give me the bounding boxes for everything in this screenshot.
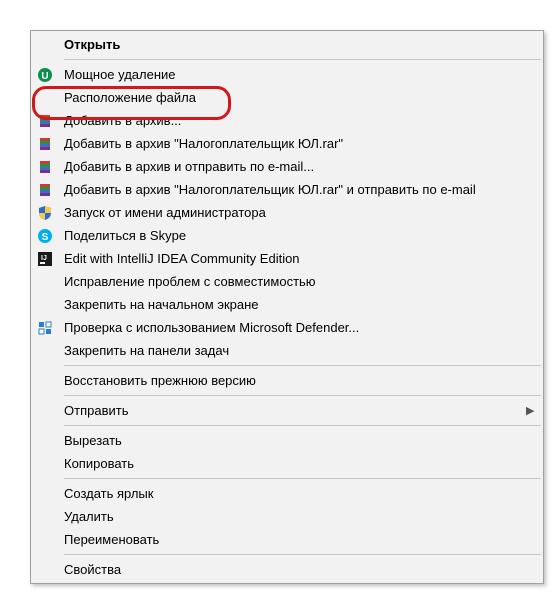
context-menu: Открыть U Мощное удаление Расположение ф… [30,30,544,584]
menu-item-defender[interactable]: Проверка с использованием Microsoft Defe… [32,316,542,339]
menu-label: Восстановить прежнюю версию [64,373,536,388]
winrar-icon [36,158,54,176]
menu-label: Свойства [64,562,536,577]
menu-label: Добавить в архив... [64,113,536,128]
svg-text:S: S [42,232,49,243]
blank-icon [36,342,54,360]
separator [64,395,541,396]
menu-label: Добавить в архив и отправить по e-mail..… [64,159,536,174]
menu-item-file-location[interactable]: Расположение файла [32,86,542,109]
separator [64,365,541,366]
menu-label: Переименовать [64,532,536,547]
blank-icon [36,485,54,503]
menu-item-compat[interactable]: Исправление проблем с совместимостью [32,270,542,293]
menu-item-send-to[interactable]: Отправить ▶ [32,399,542,422]
menu-item-share-skype[interactable]: S Поделиться в Skype [32,224,542,247]
svg-text:IJ: IJ [41,255,47,262]
menu-item-add-rar[interactable]: Добавить в архив "Налогоплательщик ЮЛ.ra… [32,132,542,155]
winrar-icon [36,135,54,153]
menu-item-add-email[interactable]: Добавить в архив и отправить по e-mail..… [32,155,542,178]
menu-label: Исправление проблем с совместимостью [64,274,536,289]
menu-label: Вырезать [64,433,536,448]
menu-item-add-rar-email[interactable]: Добавить в архив "Налогоплательщик ЮЛ.ra… [32,178,542,201]
menu-item-shortcut[interactable]: Создать ярлык [32,482,542,505]
menu-item-pin-start[interactable]: Закрепить на начальном экране [32,293,542,316]
menu-label: Проверка с использованием Microsoft Defe… [64,320,536,335]
menu-item-run-admin[interactable]: Запуск от имени администратора [32,201,542,224]
menu-label: Добавить в архив "Налогоплательщик ЮЛ.ra… [64,136,536,151]
menu-label: Edit with IntelliJ IDEA Community Editio… [64,251,536,266]
menu-label: Отправить [64,403,526,418]
blank-icon [36,561,54,579]
menu-label: Запуск от имени администратора [64,205,536,220]
uninstall-icon: U [36,66,54,84]
menu-label: Мощное удаление [64,67,536,82]
separator [64,554,541,555]
menu-item-delete[interactable]: Удалить [32,505,542,528]
menu-label: Открыть [64,37,536,52]
menu-label: Создать ярлык [64,486,536,501]
menu-item-open[interactable]: Открыть [32,33,542,56]
menu-label: Расположение файла [64,90,536,105]
menu-item-add-archive[interactable]: Добавить в архив... [32,109,542,132]
menu-label: Удалить [64,509,536,524]
menu-item-restore-version[interactable]: Восстановить прежнюю версию [32,369,542,392]
shield-icon [36,204,54,222]
menu-item-pin-taskbar[interactable]: Закрепить на панели задач [32,339,542,362]
blank-icon [36,372,54,390]
menu-item-properties[interactable]: Свойства [32,558,542,581]
intellij-icon: IJ [36,250,54,268]
menu-label: Добавить в архив "Налогоплательщик ЮЛ.ra… [64,182,536,197]
menu-label: Закрепить на начальном экране [64,297,536,312]
menu-item-copy[interactable]: Копировать [32,452,542,475]
skype-icon: S [36,227,54,245]
menu-label: Закрепить на панели задач [64,343,536,358]
blank-icon [36,402,54,420]
defender-icon [36,319,54,337]
separator [64,478,541,479]
blank-icon [36,531,54,549]
blank-icon [36,455,54,473]
menu-item-intellij[interactable]: IJ Edit with IntelliJ IDEA Community Edi… [32,247,542,270]
blank-icon [36,296,54,314]
blank-icon [36,36,54,54]
menu-label: Копировать [64,456,536,471]
winrar-icon [36,181,54,199]
menu-item-rename[interactable]: Переименовать [32,528,542,551]
menu-item-cut[interactable]: Вырезать [32,429,542,452]
menu-label: Поделиться в Skype [64,228,536,243]
separator [64,59,541,60]
winrar-icon [36,112,54,130]
menu-item-powerful-delete[interactable]: U Мощное удаление [32,63,542,86]
separator [64,425,541,426]
submenu-arrow-icon: ▶ [526,404,536,417]
blank-icon [36,89,54,107]
blank-icon [36,432,54,450]
blank-icon [36,273,54,291]
blank-icon [36,508,54,526]
svg-text:U: U [41,71,48,82]
